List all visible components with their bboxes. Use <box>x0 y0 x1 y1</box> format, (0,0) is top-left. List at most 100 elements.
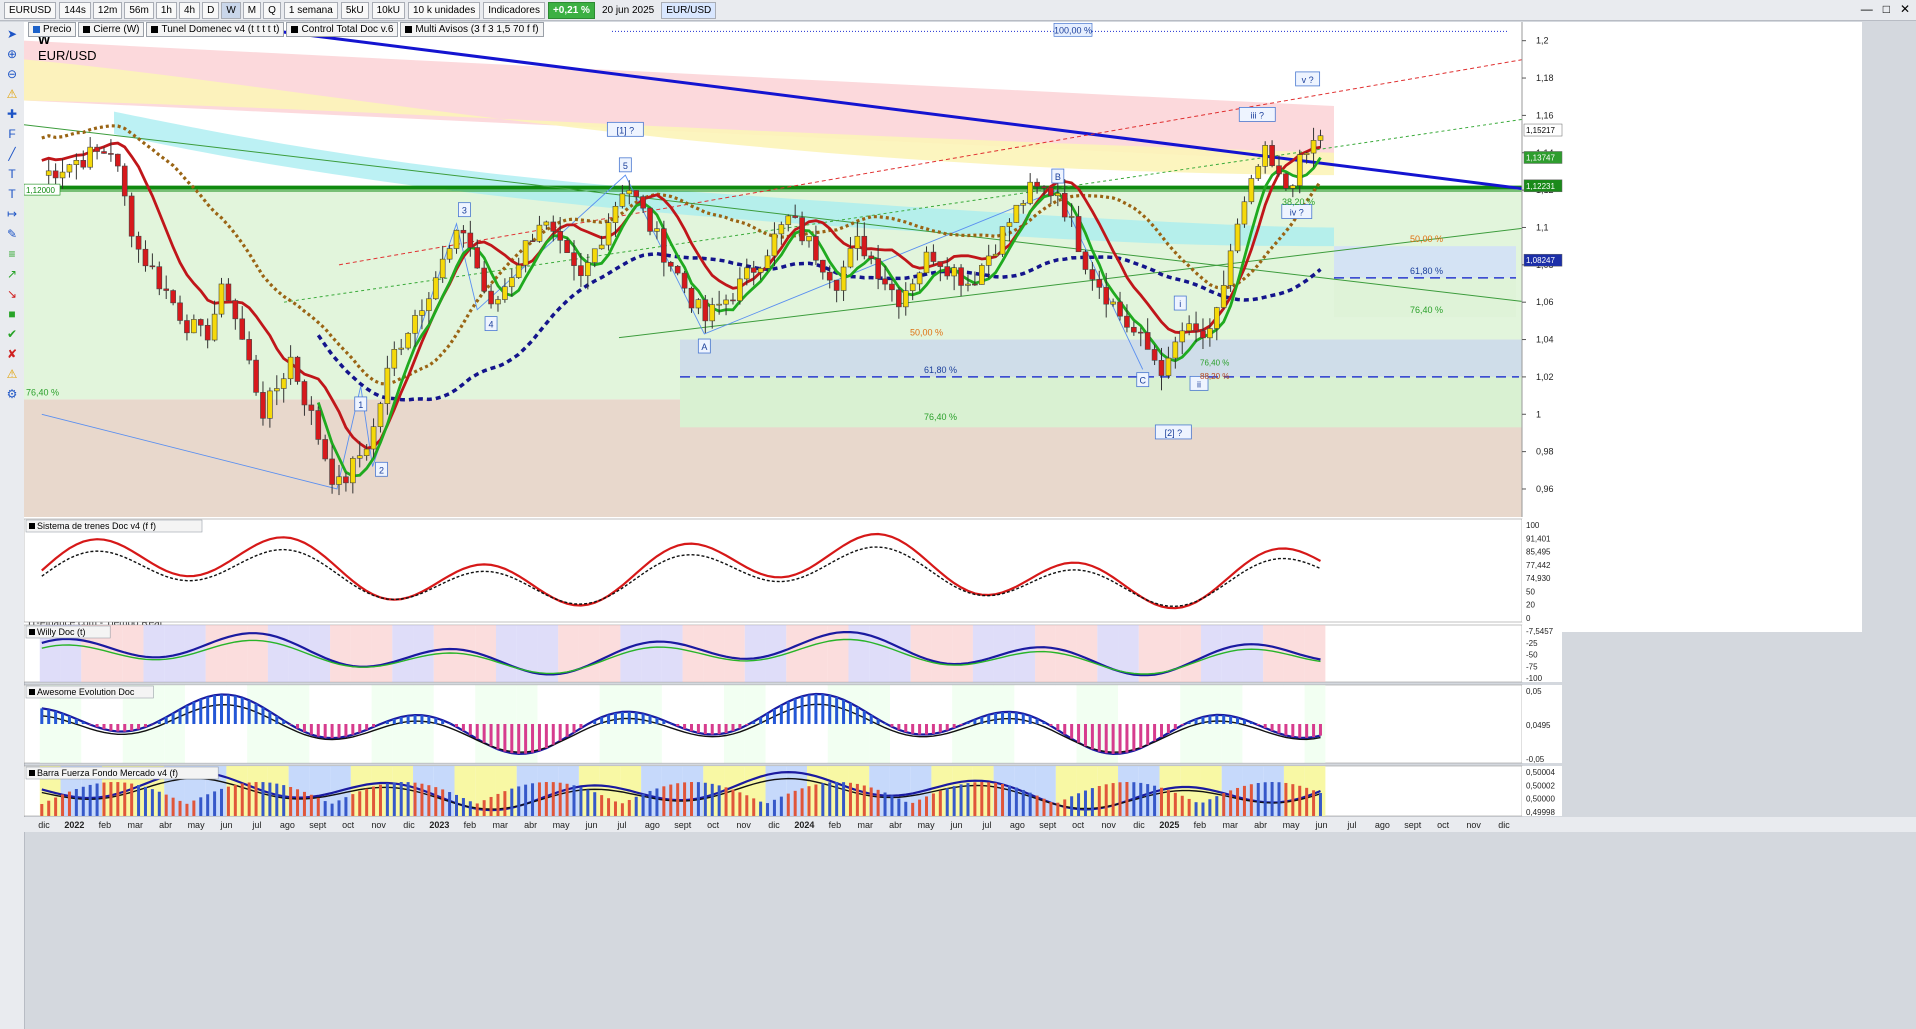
candle-body <box>778 224 785 235</box>
panel-stripe <box>330 625 351 682</box>
histogram-bar <box>344 724 348 737</box>
candle-body <box>453 229 460 249</box>
warning-icon[interactable]: ⚠ <box>4 366 20 382</box>
fill-icon[interactable]: ■ <box>4 306 20 322</box>
units-selector[interactable]: 10 k unidades <box>407 1 481 19</box>
force-bar <box>828 782 832 816</box>
histogram-bar <box>226 694 230 724</box>
symbol-selector[interactable]: EURUSD <box>4 1 57 19</box>
channel-icon[interactable]: ≡ <box>4 246 20 262</box>
candle-body <box>820 259 826 273</box>
candle-body <box>730 299 736 302</box>
histogram-bar <box>1160 724 1164 738</box>
candle-body <box>232 300 239 320</box>
candle-body <box>239 318 246 340</box>
fibonacci-icon[interactable]: F <box>4 126 20 142</box>
check-icon[interactable]: ✔ <box>4 326 20 342</box>
candle-body <box>343 476 349 484</box>
force-bar <box>461 798 465 816</box>
settings-icon[interactable]: ⚙ <box>4 386 20 402</box>
timeframe-D-button[interactable]: D <box>202 1 220 19</box>
price-tick-label: 1,2 <box>1536 36 1549 46</box>
histogram-bar <box>40 708 44 724</box>
timeframe-4h-button[interactable]: 4h <box>178 1 201 19</box>
range-selector[interactable]: 1 semana <box>283 1 338 19</box>
text-tool-icon[interactable]: T <box>4 166 20 182</box>
histogram-bar <box>544 724 548 749</box>
timeframe-W-button[interactable]: W <box>221 1 241 19</box>
close-icon[interactable]: ✕ <box>1900 2 1910 16</box>
zoom-in-icon[interactable]: ⊕ <box>4 46 20 62</box>
force-bar <box>1077 793 1081 816</box>
size-10k-button[interactable]: 10kU <box>371 1 405 19</box>
candle-body <box>336 476 342 485</box>
pencil-icon[interactable]: ✎ <box>4 226 20 242</box>
force-bar <box>344 797 348 816</box>
time-tick-label: sept <box>674 820 692 830</box>
histogram-bar <box>1007 711 1011 724</box>
tab-close[interactable]: Cierre (W) <box>78 22 145 37</box>
crosshair-icon[interactable]: ✚ <box>4 106 20 122</box>
chart-area[interactable]: 12345[1] ?ABCiiiiii ?iv ?v ?[2] ?100,00 … <box>24 22 1916 1029</box>
histogram-bar <box>627 711 631 724</box>
force-bar <box>793 790 797 816</box>
force-bar <box>1139 782 1143 816</box>
force-bar <box>1063 799 1067 816</box>
force-bar <box>164 794 168 816</box>
line-tool-icon[interactable]: ╱ <box>4 146 20 162</box>
fib-764-label: 76,40 % <box>924 412 957 422</box>
candle-body <box>412 315 418 334</box>
candle-body <box>1172 341 1179 359</box>
panel-stripe <box>661 625 683 682</box>
candle-body <box>398 347 405 350</box>
timeframe-M-button[interactable]: M <box>242 1 262 19</box>
trend-icon[interactable]: ↗ <box>4 266 20 282</box>
alert-icon[interactable]: ⚠ <box>4 86 20 102</box>
candle-body <box>502 286 508 300</box>
ruler-icon[interactable]: ↦ <box>4 206 20 222</box>
candle-body <box>1227 250 1234 286</box>
fib-764-small-label: 76,40 % <box>1200 359 1229 368</box>
indicators-button[interactable]: Indicadores <box>483 1 545 19</box>
wave-label: A <box>701 342 707 352</box>
timeframe-1h-button[interactable]: 1h <box>155 1 177 19</box>
candle-body <box>80 160 87 168</box>
change-badge: +0,21 % <box>547 1 595 19</box>
delete-icon[interactable]: ✘ <box>4 346 20 362</box>
candle-body <box>661 228 667 263</box>
candle-body <box>391 349 398 369</box>
trend-icon[interactable]: ↘ <box>4 286 20 302</box>
histogram-bar <box>842 699 846 724</box>
force-bar <box>309 794 313 816</box>
force-bar <box>724 787 728 816</box>
candle-body <box>1276 165 1282 175</box>
timeframe-144s-button[interactable]: 144s <box>59 1 91 19</box>
time-tick-label: jul <box>251 820 261 830</box>
histogram-bar <box>143 724 147 728</box>
candle-body <box>267 390 273 419</box>
histogram-bar <box>1139 724 1143 749</box>
minimize-icon[interactable]: — <box>1861 2 1873 16</box>
force-bar <box>1305 787 1309 816</box>
timeframe-12m-button[interactable]: 12m <box>92 1 123 19</box>
histogram-bar <box>482 724 486 743</box>
force-bar <box>413 782 417 816</box>
tab-tunel[interactable]: Tunel Domenec v4 (t t t t t) <box>146 22 285 37</box>
text-tool-icon[interactable]: T <box>4 186 20 202</box>
size-5k-button[interactable]: 5kU <box>340 1 369 19</box>
zoom-out-icon[interactable]: ⊖ <box>4 66 20 82</box>
tab-control-total[interactable]: Control Total Doc v.6 <box>286 22 399 37</box>
tab-price[interactable]: Precio <box>28 22 77 37</box>
timeframe-Q-button[interactable]: Q <box>263 1 281 19</box>
histogram-bar <box>558 724 562 741</box>
tab-label: Tunel Domenec v4 (t t t t t) <box>161 24 280 35</box>
time-tick-label: ago <box>1010 820 1025 830</box>
toolbar: EURUSD 144s 12m 56m 1h 4h D W M Q 1 semana 5kU 1… <box>0 0 1916 21</box>
tab-multi-avisos[interactable]: Multi Avisos (3 f 3 1,5 70 f f) <box>400 22 544 37</box>
candle-body <box>536 224 543 242</box>
panel-stripe <box>807 625 828 682</box>
cursor-icon[interactable]: ➤ <box>4 26 20 42</box>
force-bar <box>337 800 341 816</box>
maximize-icon[interactable]: □ <box>1883 2 1890 16</box>
timeframe-56m-button[interactable]: 56m <box>124 1 154 19</box>
